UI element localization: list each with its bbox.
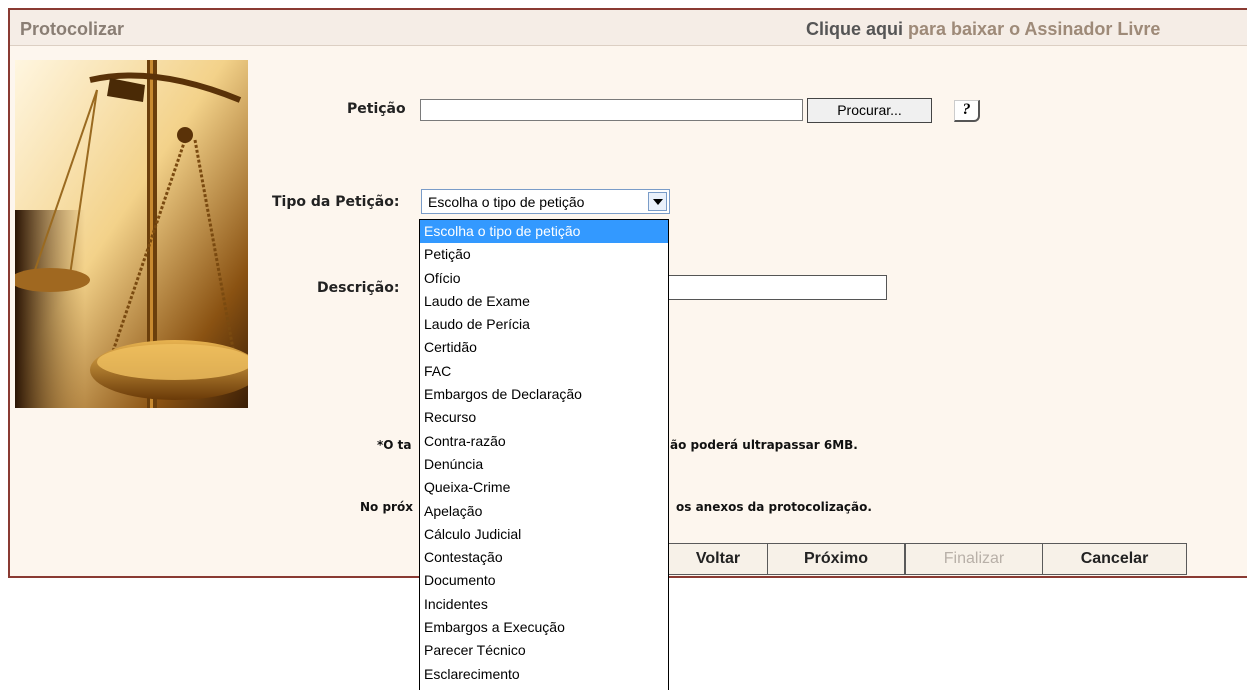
cancel-button[interactable]: Cancelar bbox=[1042, 543, 1187, 575]
dropdown-option[interactable]: Esclarecimento bbox=[420, 663, 668, 686]
dropdown-option[interactable]: Contra-razão bbox=[420, 430, 668, 453]
dropdown-option[interactable]: Recurso bbox=[420, 406, 668, 429]
dropdown-option[interactable]: Embargos de Declaração bbox=[420, 383, 668, 406]
size-note-prefix: *O ta bbox=[377, 438, 412, 452]
dropdown-option[interactable]: FAC bbox=[420, 360, 668, 383]
descricao-label: Descrição: bbox=[317, 280, 400, 296]
dropdown-option[interactable]: Cálculo Judicial bbox=[420, 523, 668, 546]
help-icon[interactable]: ? bbox=[954, 100, 980, 122]
dropdown-option[interactable]: Certidão bbox=[420, 336, 668, 359]
dropdown-option[interactable]: Apelação bbox=[420, 500, 668, 523]
download-signer-desc: para baixar o Assinador Livre bbox=[903, 19, 1161, 39]
panel-title: Protocolizar bbox=[20, 19, 125, 39]
peticao-label: Petição bbox=[347, 101, 406, 117]
finish-button[interactable]: Finalizar bbox=[905, 543, 1043, 575]
chevron-down-icon[interactable] bbox=[648, 192, 667, 211]
size-note-suffix: ão poderá ultrapassar 6MB. bbox=[670, 438, 858, 452]
download-signer-text: Clique aqui para baixar o Assinador Livr… bbox=[806, 19, 1160, 40]
dropdown-option[interactable]: Petição bbox=[420, 243, 668, 266]
browse-button[interactable]: Procurar... bbox=[807, 98, 932, 123]
dropdown-option[interactable]: Laudo de Perícia bbox=[420, 313, 668, 336]
descricao-input[interactable] bbox=[668, 275, 887, 300]
tipo-peticao-selected-value: Escolha o tipo de petição bbox=[428, 194, 585, 210]
next-step-note-suffix: os anexos da protocolização. bbox=[676, 500, 872, 514]
dropdown-option[interactable]: Ofício bbox=[420, 267, 668, 290]
tipo-peticao-label: Tipo da Petição: bbox=[272, 194, 400, 210]
dropdown-option[interactable]: Embargos a Execução bbox=[420, 616, 668, 639]
download-signer-link[interactable]: Clique aqui bbox=[806, 19, 903, 39]
back-button[interactable]: Voltar bbox=[668, 543, 768, 575]
peticao-file-input[interactable] bbox=[420, 99, 803, 121]
dropdown-option[interactable]: Contestação bbox=[420, 546, 668, 569]
dropdown-option[interactable]: Denúncia bbox=[420, 453, 668, 476]
next-step-note-prefix: No próx bbox=[360, 500, 413, 514]
dropdown-option[interactable]: Queixa-Crime bbox=[420, 476, 668, 499]
dropdown-option[interactable]: Laudo de Exame bbox=[420, 290, 668, 313]
justice-scale-image bbox=[15, 60, 248, 408]
tipo-peticao-select[interactable]: Escolha o tipo de petição bbox=[421, 189, 670, 214]
panel-header: Protocolizar Clique aqui para baixar o A… bbox=[10, 10, 1247, 46]
tipo-peticao-dropdown-list[interactable]: Escolha o tipo de petição Petição Ofício La… bbox=[419, 219, 669, 690]
dropdown-option[interactable]: Incidentes bbox=[420, 593, 668, 616]
dropdown-option[interactable]: Parecer Técnico bbox=[420, 639, 668, 662]
next-button[interactable]: Próximo bbox=[767, 543, 905, 575]
dropdown-option[interactable]: Escolha o tipo de petição bbox=[420, 220, 668, 244]
dropdown-option[interactable]: Documento bbox=[420, 569, 668, 592]
